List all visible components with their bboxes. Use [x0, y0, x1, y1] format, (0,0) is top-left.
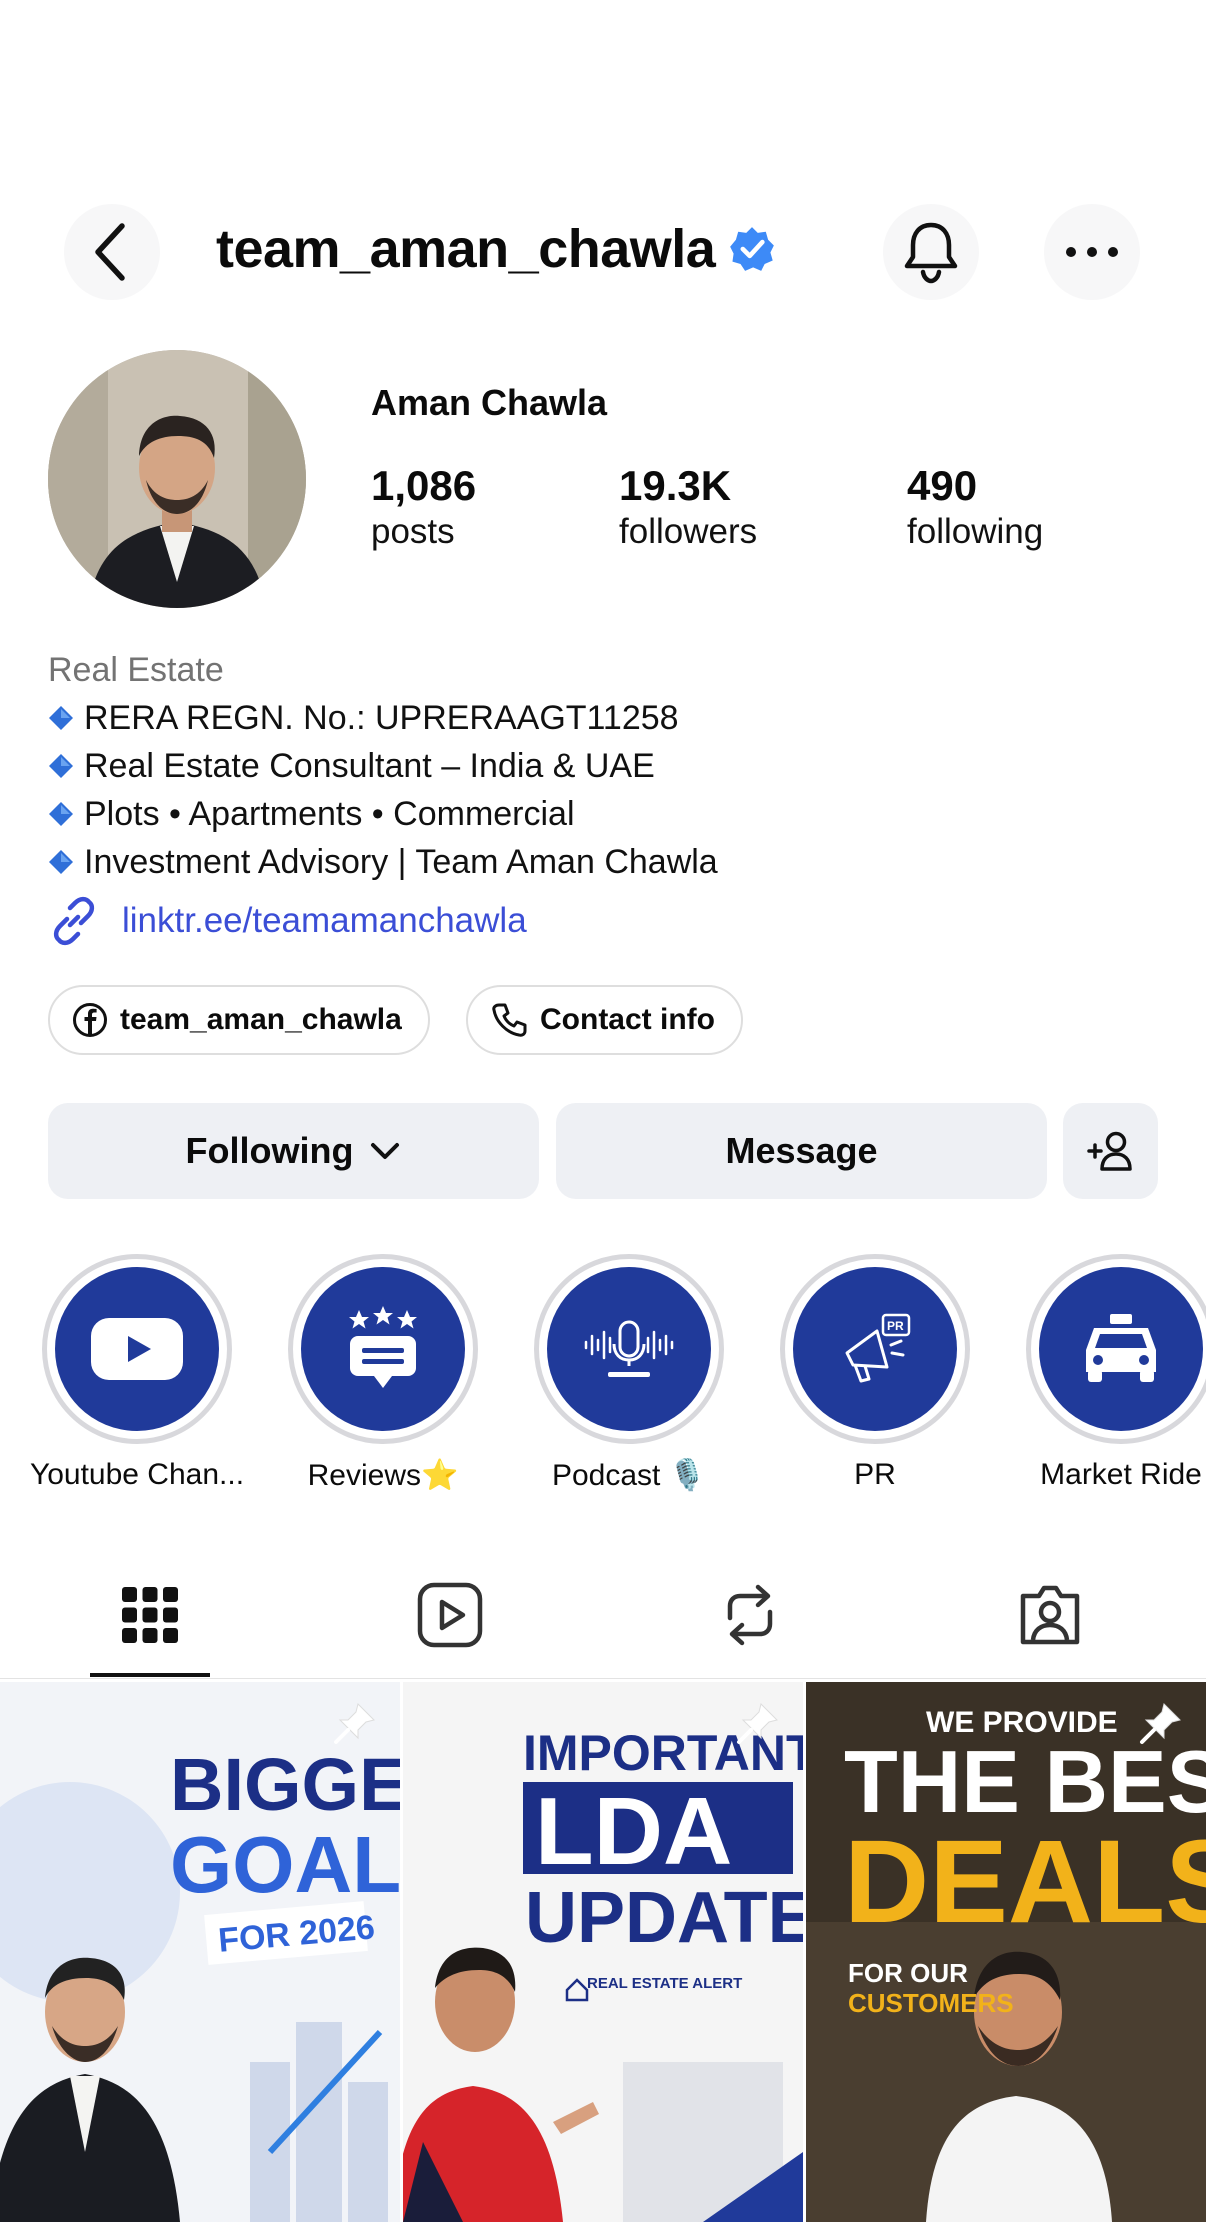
- bio-line: Real Estate Consultant – India & UAE: [48, 742, 718, 790]
- tab-posts-grid[interactable]: [0, 1575, 300, 1655]
- blue-diamond-icon: [49, 754, 73, 778]
- highlight-pr[interactable]: PR PR: [780, 1254, 970, 1491]
- highlight-label: Market Ride: [1040, 1458, 1202, 1491]
- message-button[interactable]: Message: [556, 1103, 1047, 1199]
- avatar[interactable]: [48, 350, 306, 608]
- pin-icon: [334, 1703, 375, 1744]
- post-image: WE PROVIDE THE BEST DEALS FOR OUR CUSTOM…: [806, 1682, 1206, 2222]
- post-tag: REAL ESTATE ALERT: [587, 1975, 742, 1992]
- posts-count: 1,086: [371, 462, 477, 509]
- grid-icon: [122, 1587, 178, 1643]
- back-button[interactable]: [64, 204, 160, 300]
- phone-icon: [492, 1003, 527, 1037]
- bio-line-text: Investment Advisory | Team Aman Chawla: [84, 843, 718, 881]
- pin-icon: [737, 1703, 778, 1744]
- following-button-label: Following: [185, 1130, 354, 1171]
- post-thumbnail[interactable]: IMPORTANT LDA UPDATE REAL ESTATE ALERT: [403, 1682, 803, 2222]
- reviews-icon: [349, 1306, 417, 1388]
- post-headline: LDA: [535, 1778, 732, 1885]
- blue-diamond-icon: [49, 706, 73, 730]
- bio-line: Investment Advisory | Team Aman Chawla: [48, 838, 718, 886]
- bell-icon: [904, 222, 958, 284]
- contact-info-label: Contact info: [540, 1003, 715, 1036]
- suggest-people-button[interactable]: [1063, 1103, 1158, 1199]
- message-button-label: Message: [725, 1130, 878, 1171]
- post-headline: DEALS: [844, 1816, 1206, 1948]
- tab-reposts[interactable]: [600, 1575, 900, 1655]
- blue-diamond-icon: [49, 802, 73, 826]
- posts-label: posts: [371, 512, 455, 551]
- chevron-down-icon: [371, 1143, 400, 1159]
- facebook-chip-label: team_aman_chawla: [120, 1003, 402, 1036]
- bio: Real Estate RERA REGN. No.: UPRERAAGT112…: [48, 646, 718, 886]
- bio-line: RERA REGN. No.: UPRERAAGT11258: [48, 694, 718, 742]
- active-tab-indicator: [90, 1673, 210, 1677]
- reels-icon: [417, 1582, 483, 1648]
- followers-stat[interactable]: 19.3K followers: [619, 462, 757, 554]
- bio-link-text: linktr.ee/teamamanchawla: [122, 901, 527, 940]
- bio-line: Plots • Apartments • Commercial: [48, 790, 718, 838]
- posts-stat[interactable]: 1,086 posts: [371, 462, 476, 554]
- bio-line-text: Plots • Apartments • Commercial: [84, 795, 575, 833]
- highlight-podcast[interactable]: Podcast 🎙️: [534, 1254, 724, 1492]
- post-headline: UPDATE: [525, 1878, 803, 1958]
- bio-line-text: Real Estate Consultant – India & UAE: [84, 747, 655, 785]
- contact-info-chip[interactable]: Contact info: [466, 985, 743, 1055]
- post-headline: GOALS: [170, 1820, 400, 1909]
- followers-count: 19.3K: [619, 462, 732, 509]
- add-person-icon: [1086, 1131, 1132, 1171]
- notifications-button[interactable]: [883, 204, 979, 300]
- link-icon: [53, 896, 95, 946]
- highlight-label: Youtube Chan...: [29, 1458, 245, 1491]
- profile-name: Aman Chawla: [371, 382, 608, 423]
- tagged-person-icon: [1020, 1585, 1080, 1645]
- chevron-left-icon: [95, 223, 125, 281]
- more-horizontal-icon: [1066, 247, 1118, 257]
- post-image: IMPORTANT LDA UPDATE REAL ESTATE ALERT: [403, 1682, 803, 2222]
- followers-label: followers: [619, 512, 758, 551]
- tab-tagged[interactable]: [900, 1575, 1200, 1655]
- blue-diamond-icon: [49, 850, 73, 874]
- highlight-label: Podcast 🎙️: [551, 1459, 707, 1492]
- profile-category: Real Estate: [48, 651, 224, 689]
- post-subheadline: FOR OUR: [848, 1958, 968, 1988]
- tab-reels[interactable]: [300, 1575, 600, 1655]
- tab-divider: [0, 1678, 1206, 1679]
- username-text: team_aman_chawla: [216, 219, 716, 279]
- highlight-market-ride[interactable]: Market Ride: [1026, 1254, 1206, 1491]
- youtube-icon: [91, 1318, 183, 1380]
- facebook-chip[interactable]: team_aman_chawla: [48, 985, 430, 1055]
- post-image: BIGGER GOALS FOR 2026: [0, 1682, 400, 2222]
- verified-badge-icon: [730, 227, 775, 271]
- highlight-label: Reviews⭐: [307, 1459, 459, 1492]
- more-options-button[interactable]: [1044, 204, 1140, 300]
- megaphone-icon: PR: [845, 1313, 911, 1383]
- following-stat[interactable]: 490 following: [907, 462, 1043, 554]
- repost-icon: [727, 1584, 773, 1646]
- pin-icon: [1140, 1703, 1181, 1744]
- post-subheadline: CUSTOMERS: [848, 1988, 1014, 2018]
- post-thumbnail[interactable]: BIGGER GOALS FOR 2026: [0, 1682, 400, 2222]
- following-button[interactable]: Following: [48, 1103, 539, 1199]
- profile-photo: [48, 350, 306, 608]
- following-label: following: [907, 512, 1044, 551]
- highlight-reviews[interactable]: Reviews⭐: [288, 1254, 478, 1492]
- bio-link[interactable]: linktr.ee/teamamanchawla: [48, 895, 527, 947]
- facebook-icon: [73, 1003, 107, 1037]
- highlight-label: PR: [854, 1458, 896, 1491]
- podcast-icon: [584, 1320, 674, 1377]
- car-icon: [1086, 1314, 1156, 1382]
- post-headline: BIGGER: [170, 1743, 400, 1826]
- profile-username-header: team_aman_chawla: [216, 218, 775, 280]
- highlight-youtube[interactable]: Youtube Chan...: [30, 1254, 244, 1491]
- bio-line-text: RERA REGN. No.: UPRERAAGT11258: [84, 699, 679, 737]
- post-thumbnail[interactable]: WE PROVIDE THE BEST DEALS FOR OUR CUSTOM…: [806, 1682, 1206, 2222]
- following-count: 490: [907, 462, 978, 509]
- svg-text:PR: PR: [887, 1319, 904, 1333]
